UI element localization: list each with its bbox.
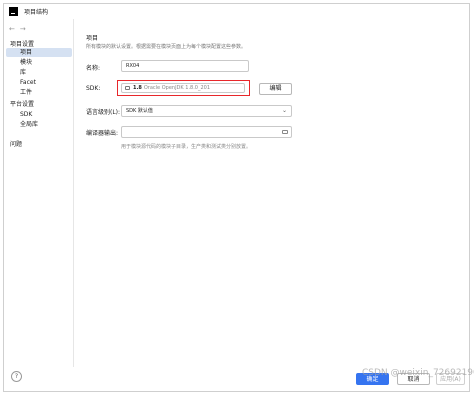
section-description: 所有模块的默认设置。根据需要在模块页面上为每个模块配置这些参数。 [86,44,247,50]
chevron-down-icon: ⌄ [281,107,287,114]
folder-browse-icon[interactable] [282,130,288,134]
titlebar: 项目结构 [4,4,469,19]
sidebar-group-platform-settings: 平台设置 [10,101,35,108]
back-arrow-icon[interactable]: ← [9,25,15,33]
compiler-output-hint: 用于模块源代码的模块子目录，生产类和测试类分别放置。 [121,144,252,150]
language-level-label: 语言级别(L): [86,109,121,116]
sdk-version: 1.8 [133,85,142,91]
language-level-select[interactable]: SDK 默认值 ⌄ [121,105,292,117]
forward-arrow-icon[interactable]: → [20,25,26,33]
jdk-folder-icon [125,86,130,90]
intellij-logo-icon [9,7,18,16]
sdk-detail: Oracle OpenJDK 1.8.0_201 [143,85,211,91]
sdk-highlight-box: 1.8 Oracle OpenJDK 1.8.0_201 [117,80,250,96]
project-settings-panel: 项目 所有模块的默认设置。根据需要在模块页面上为每个模块配置这些参数。 名称: … [74,19,469,367]
name-label: 名称: [86,65,101,72]
sidebar-item-modules[interactable]: 模块 [6,58,72,67]
sidebar-item-libraries[interactable]: 库 [6,68,72,77]
sidebar-item-sdk[interactable]: SDK [6,110,72,119]
sidebar-item-global-libraries[interactable]: 全局库 [6,120,72,129]
compiler-output-label: 编译器输出: [86,130,119,137]
sidebar-item-facet[interactable]: Facet [6,78,72,87]
sdk-label: SDK: [86,85,101,92]
sidebar-item-problems[interactable]: 问题 [6,140,72,149]
nav-arrows: ← → [9,25,26,33]
name-input[interactable]: RX04 [121,60,249,72]
project-structure-dialog: 项目结构 ← → 项目设置 项目 模块 库 Facet 工件 平台设置 SDK … [3,3,470,392]
edit-sdk-button[interactable]: 编辑 [259,83,292,95]
csdn-watermark: CSDN @weixin_72692190 [362,368,474,378]
sidebar: ← → 项目设置 项目 模块 库 Facet 工件 平台设置 SDK 全局库 问… [4,19,73,391]
sidebar-item-project[interactable]: 项目 [6,48,72,57]
sdk-select[interactable]: 1.8 Oracle OpenJDK 1.8.0_201 [121,83,245,93]
help-icon[interactable]: ? [11,371,22,382]
sidebar-item-artifacts[interactable]: 工件 [6,88,72,97]
language-level-value: SDK 默认值 [126,108,153,114]
window-title: 项目结构 [24,9,49,16]
compiler-output-input[interactable] [121,126,292,138]
section-title: 项目 [86,35,99,42]
